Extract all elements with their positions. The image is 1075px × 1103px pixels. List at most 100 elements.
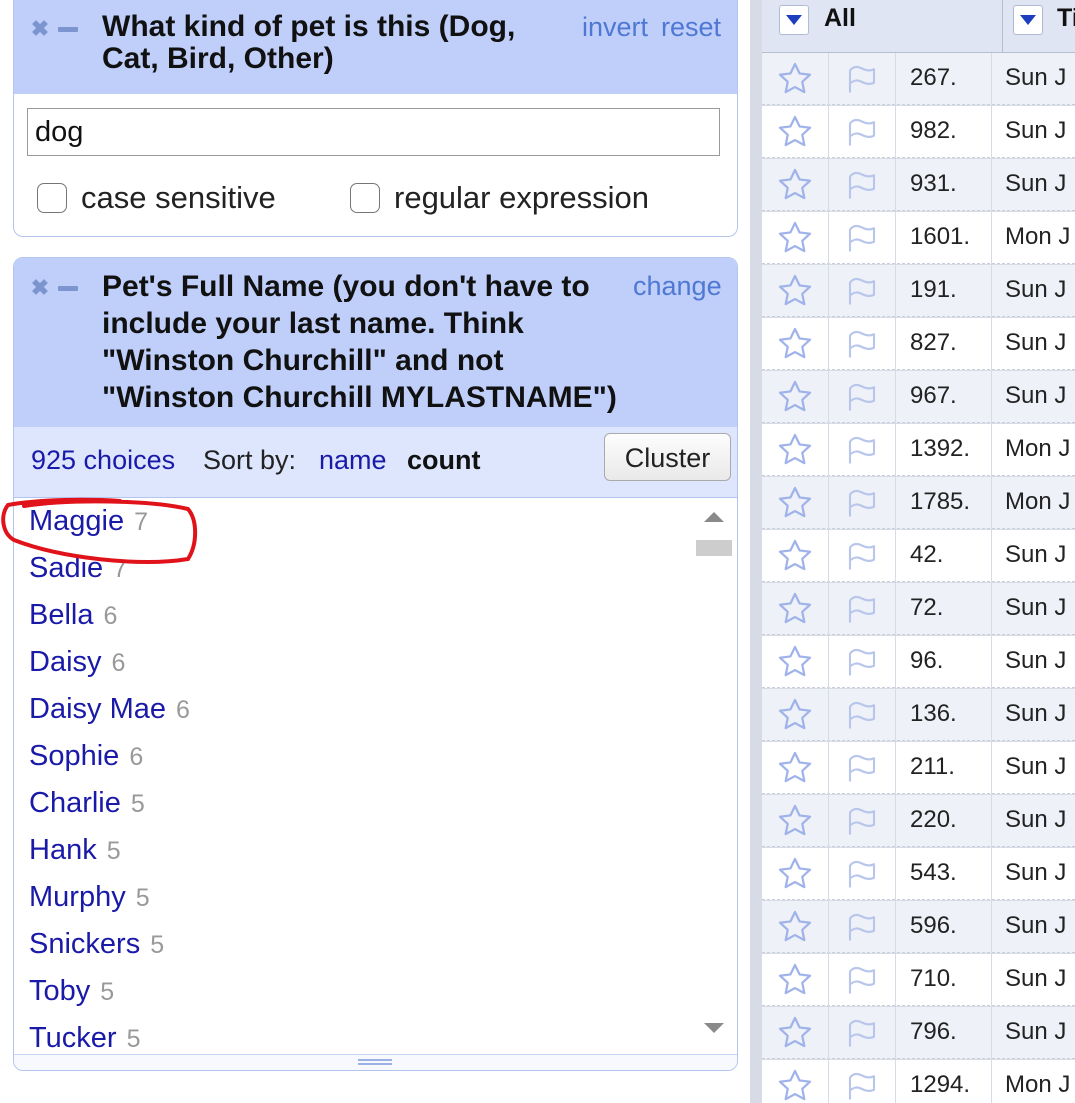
- flag-icon[interactable]: [829, 689, 896, 741]
- facet-choice-list: Maggie 7 Sadie 7 Bella 6 Daisy 6 Daisy Mae 6 …: [14, 498, 736, 1053]
- choice-item[interactable]: Bella 6: [29, 599, 117, 632]
- flag-icon[interactable]: [829, 901, 896, 953]
- choice-item[interactable]: Hank 5: [29, 834, 121, 867]
- table-row: 220. Sun J: [762, 795, 1075, 847]
- remove-facet-icon[interactable]: ✖: [29, 18, 51, 40]
- flag-icon[interactable]: [829, 954, 896, 1006]
- choice-name[interactable]: Daisy: [29, 646, 102, 678]
- choice-name[interactable]: Hank: [29, 834, 97, 866]
- star-icon[interactable]: [762, 583, 829, 635]
- row-number: 1785.: [896, 477, 992, 529]
- star-icon[interactable]: [762, 318, 829, 370]
- table-row: 1601. Mon J: [762, 212, 1075, 264]
- choice-name[interactable]: Maggie: [29, 505, 124, 537]
- regex-option[interactable]: regular expression: [350, 180, 649, 216]
- case-sensitive-option[interactable]: case sensitive: [37, 180, 276, 216]
- star-icon[interactable]: [762, 1060, 829, 1103]
- star-icon[interactable]: [762, 159, 829, 211]
- invert-link[interactable]: invert: [582, 12, 648, 43]
- cluster-button[interactable]: Cluster: [604, 433, 731, 481]
- flag-icon[interactable]: [829, 371, 896, 423]
- list-scrollbar[interactable]: [694, 498, 734, 1053]
- flag-icon[interactable]: [829, 1007, 896, 1059]
- table-row: 1785. Mon J: [762, 477, 1075, 529]
- choice-item[interactable]: Daisy Mae 6: [29, 693, 190, 726]
- choice-item[interactable]: Tucker 5: [29, 1022, 140, 1053]
- row-date-cell: Sun J: [1005, 753, 1067, 780]
- collapse-facet-icon[interactable]: [57, 277, 79, 299]
- choice-item[interactable]: Murphy 5: [29, 881, 150, 914]
- choice-item[interactable]: Toby 5: [29, 975, 114, 1008]
- choice-count: 5: [106, 837, 121, 865]
- flag-icon[interactable]: [829, 265, 896, 317]
- choice-name[interactable]: Charlie: [29, 787, 121, 819]
- change-link[interactable]: change: [633, 271, 722, 302]
- choice-name[interactable]: Daisy Mae: [29, 693, 166, 725]
- star-icon[interactable]: [762, 212, 829, 264]
- star-icon[interactable]: [762, 477, 829, 529]
- collapse-facet-icon[interactable]: [57, 18, 79, 40]
- star-icon[interactable]: [762, 954, 829, 1006]
- choices-bar: 925 choices Sort by: name count Cluster: [14, 427, 737, 498]
- flag-icon[interactable]: [829, 742, 896, 794]
- scroll-thumb[interactable]: [696, 540, 732, 556]
- star-icon[interactable]: [762, 795, 829, 847]
- star-icon[interactable]: [762, 848, 829, 900]
- text-facet-pet-kind: ✖ What kind of pet is this (Dog, Cat, Bi…: [13, 0, 738, 237]
- column-dropdown-icon[interactable]: [1013, 5, 1043, 35]
- flag-icon[interactable]: [829, 795, 896, 847]
- star-icon[interactable]: [762, 742, 829, 794]
- choice-item[interactable]: Sophie 6: [29, 740, 143, 773]
- flag-icon[interactable]: [829, 424, 896, 476]
- choice-name[interactable]: Bella: [29, 599, 94, 631]
- facet-title: Pet's Full Name (you don't have to inclu…: [102, 270, 617, 414]
- choice-item[interactable]: Sadie 7: [29, 552, 127, 585]
- choice-name[interactable]: Toby: [29, 975, 90, 1007]
- choice-name[interactable]: Tucker: [29, 1022, 117, 1053]
- table-row: 191. Sun J: [762, 265, 1075, 317]
- flag-icon[interactable]: [829, 318, 896, 370]
- scroll-up-arrow-icon[interactable]: [704, 512, 724, 522]
- star-icon[interactable]: [762, 106, 829, 158]
- star-icon[interactable]: [762, 530, 829, 582]
- flag-icon[interactable]: [829, 477, 896, 529]
- facet-search-input[interactable]: dog: [27, 108, 720, 156]
- regex-checkbox[interactable]: [350, 183, 380, 213]
- choice-name[interactable]: Murphy: [29, 881, 126, 913]
- flag-icon[interactable]: [829, 583, 896, 635]
- remove-facet-icon[interactable]: ✖: [29, 277, 51, 299]
- flag-icon[interactable]: [829, 530, 896, 582]
- flag-icon[interactable]: [829, 636, 896, 688]
- star-icon[interactable]: [762, 53, 829, 105]
- choice-name[interactable]: Snickers: [29, 928, 140, 960]
- star-icon[interactable]: [762, 901, 829, 953]
- reset-link[interactable]: reset: [661, 12, 721, 43]
- scroll-down-arrow-icon[interactable]: [704, 1023, 724, 1033]
- case-sensitive-checkbox[interactable]: [37, 183, 67, 213]
- star-icon[interactable]: [762, 689, 829, 741]
- star-icon[interactable]: [762, 371, 829, 423]
- sort-by-name-link[interactable]: name: [319, 445, 387, 476]
- flag-icon[interactable]: [829, 106, 896, 158]
- choices-count-link[interactable]: 925 choices: [31, 445, 175, 476]
- row-date-cell: Sun J: [1005, 276, 1067, 303]
- star-icon[interactable]: [762, 1007, 829, 1059]
- flag-icon[interactable]: [829, 848, 896, 900]
- choice-name[interactable]: Sadie: [29, 552, 103, 584]
- flag-icon[interactable]: [829, 159, 896, 211]
- choice-item[interactable]: Maggie 7: [29, 505, 148, 538]
- choice-item[interactable]: Snickers 5: [29, 928, 164, 961]
- choice-name[interactable]: Sophie: [29, 740, 119, 772]
- choice-item[interactable]: Daisy 6: [29, 646, 125, 679]
- flag-icon[interactable]: [829, 1060, 896, 1103]
- facet-resize-handle[interactable]: [14, 1054, 737, 1070]
- flag-icon[interactable]: [829, 212, 896, 264]
- all-column-dropdown-icon[interactable]: [779, 5, 809, 35]
- flag-icon[interactable]: [829, 53, 896, 105]
- star-icon[interactable]: [762, 636, 829, 688]
- choice-item[interactable]: Charlie 5: [29, 787, 145, 820]
- star-icon[interactable]: [762, 424, 829, 476]
- choice-count: 7: [134, 508, 149, 536]
- star-icon[interactable]: [762, 265, 829, 317]
- grid-header: All Ti: [762, 0, 1075, 53]
